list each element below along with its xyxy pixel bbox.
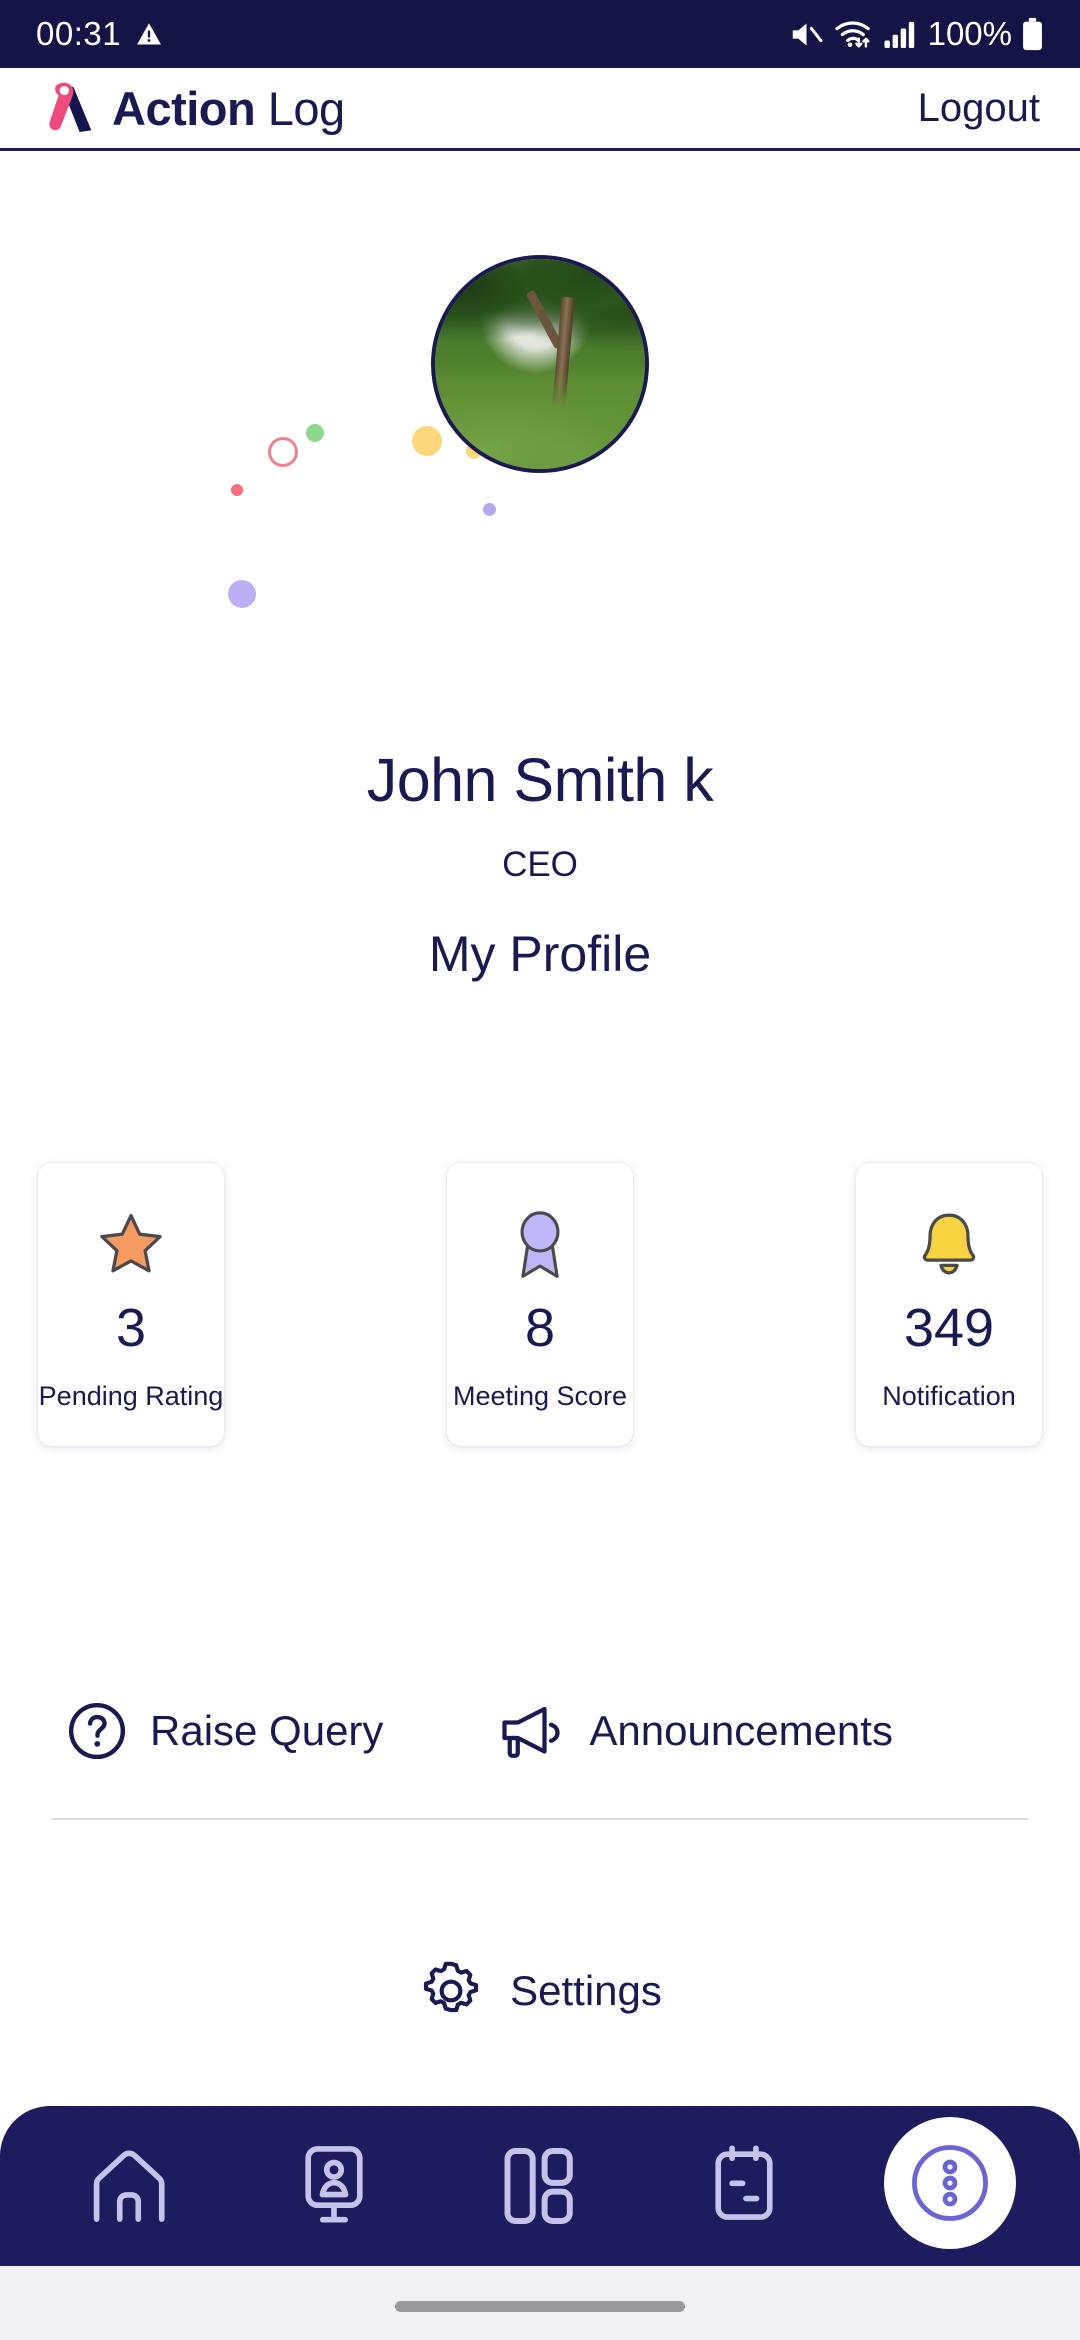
lavender-dot-small-decoration: [483, 503, 496, 516]
more-vertical-icon: [912, 2145, 989, 2221]
settings-button[interactable]: Settings: [0, 1958, 1080, 2024]
green-dot-decoration: [306, 424, 324, 442]
section-divider: [52, 1818, 1028, 1820]
avatar-photo-grass: [435, 372, 645, 469]
stat-value: 3: [115, 1298, 147, 1358]
calendar-icon: [715, 2145, 773, 2220]
status-bar-left: 00:31: [36, 15, 163, 53]
pink-ring-decoration: [268, 437, 298, 467]
status-bar-right: 100%: [788, 15, 1044, 53]
app-screen: 00:31 100% Action Log Logout John Smith …: [0, 0, 1080, 2340]
stats-row: 3 Pending Rating 8 Meeting Score 349 Not: [38, 1163, 1042, 1446]
bottom-navigation: [0, 2106, 1080, 2266]
raise-query-button[interactable]: Raise Query: [66, 1700, 383, 1762]
medal-icon: [507, 1207, 573, 1283]
home-icon: [93, 2150, 165, 2222]
stat-label: Notification: [882, 1381, 1016, 1411]
battery-icon: [1023, 17, 1042, 51]
stat-label: Meeting Score: [452, 1381, 628, 1411]
mute-icon: [792, 23, 822, 45]
gear-icon: [424, 1961, 479, 2013]
bell-icon: [913, 1207, 985, 1283]
status-time: 00:31: [36, 15, 122, 52]
stat-value: 349: [903, 1298, 995, 1358]
warning-triangle-icon: [137, 23, 161, 45]
star-icon: [94, 1207, 168, 1283]
brand[interactable]: Action Log: [46, 81, 345, 136]
stat-label: Pending Rating: [38, 1381, 224, 1411]
nav-item-home[interactable]: [64, 2121, 194, 2251]
gesture-nav-area: [0, 2266, 1080, 2340]
action-log-logo-icon: [49, 82, 92, 132]
signal-bars-icon: [884, 21, 914, 48]
page-title: My Profile: [428, 926, 652, 982]
raise-query-label: Raise Query: [150, 1707, 384, 1754]
quick-actions-row: Raise Query Announcements: [0, 1700, 1080, 1762]
stat-card-notification[interactable]: 349 Notification: [856, 1163, 1042, 1446]
brand-title: Action Log: [112, 81, 345, 136]
profile-role: CEO: [502, 845, 578, 884]
person-monitor-icon: [305, 2146, 363, 2223]
nav-item-calendar[interactable]: [679, 2121, 809, 2251]
avatar-section: [0, 200, 1080, 608]
stat-value: 8: [524, 1298, 556, 1358]
coral-dot-decoration: [231, 484, 243, 496]
settings-label: Settings: [510, 1967, 662, 2014]
battery-percent: 100%: [927, 15, 1012, 52]
status-bar: 00:31 100%: [0, 0, 1080, 68]
stat-card-meeting-score[interactable]: 8 Meeting Score: [447, 1163, 633, 1446]
announcements-button[interactable]: Announcements: [497, 1700, 893, 1762]
logout-button[interactable]: Logout: [918, 86, 1040, 131]
profile-name: John Smith k: [366, 746, 714, 814]
wifi-icon: [834, 21, 870, 48]
nav-item-more[interactable]: [884, 2117, 1017, 2249]
brand-title-bold: Action: [112, 81, 256, 135]
question-circle-icon: [68, 1702, 126, 1760]
brand-title-light: Log: [255, 81, 345, 135]
avatar[interactable]: [431, 255, 649, 473]
gesture-bar[interactable]: [395, 2301, 685, 2312]
announcements-label: Announcements: [589, 1707, 893, 1754]
stat-card-pending-rating[interactable]: 3 Pending Rating: [38, 1163, 224, 1446]
nav-item-employee[interactable]: [269, 2121, 399, 2251]
megaphone-icon: [502, 1706, 561, 1758]
layout-grid-icon: [504, 2148, 573, 2224]
app-header: Action Log Logout: [0, 68, 1080, 151]
lavender-dot-large-decoration: [228, 580, 256, 608]
nav-item-dashboard[interactable]: [474, 2121, 604, 2251]
